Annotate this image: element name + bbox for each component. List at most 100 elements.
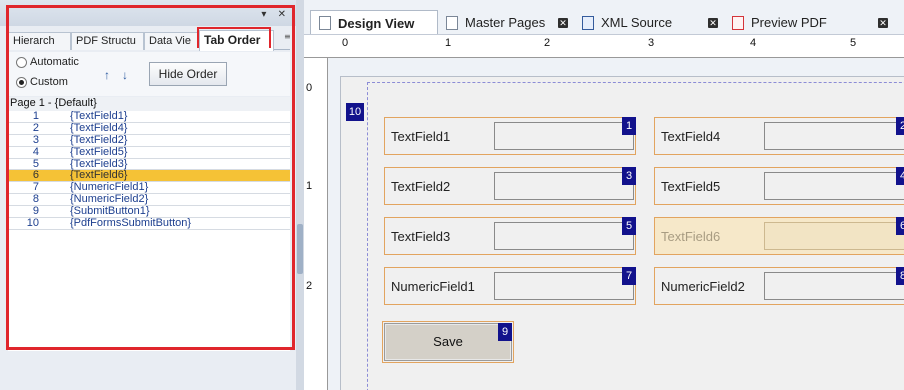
close-icon[interactable]: ✕ [708,18,718,28]
close-icon[interactable]: ✕ [878,18,888,28]
save-button[interactable]: Save 9 [382,321,514,363]
tab-order-badge: 6 [896,217,904,235]
tab-master-pages[interactable]: Master Pages [438,10,572,35]
ruler-label: 2 [306,280,313,292]
panel-titlebar: ▾ ✕ [0,0,296,26]
list-item[interactable]: 2 {TextField4} [8,121,290,135]
pdf-icon [732,15,744,30]
item-label: {TextField4} [70,121,128,134]
item-number: 6 [32,169,39,182]
panel-controls[interactable]: ▾ ✕ [261,9,290,20]
tab-tab-order[interactable]: Tab Order [199,30,274,51]
order-options: Automatic Custom ↑ ↓ Hide Order [8,52,290,96]
ruler-label: 1 [445,37,452,49]
radio-automatic[interactable]: Automatic [16,56,79,68]
tab-pdf-structure[interactable]: PDF Structu [71,32,144,50]
app-window: ▾ ✕ Hierarch PDF Structu Data Vie Tab Or… [0,0,904,390]
field-caption: NumericField2 [661,279,745,294]
form-field-numericfield1[interactable]: NumericField1 7 [384,267,636,305]
tab-design-view[interactable]: Design View [310,10,438,35]
item-label: {TextField3} [70,157,128,170]
item-number: 1 [32,110,39,122]
field-input-box[interactable] [494,272,634,300]
tab-label: Design View [338,15,415,31]
list-item[interactable]: 1 {TextField1} [8,111,290,123]
tab-order-badge: 3 [622,167,636,185]
form-field-textfield2[interactable]: TextField2 3 [384,167,636,205]
tab-hierarchy[interactable]: Hierarch [8,32,71,50]
ruler-label: 5 [850,37,857,49]
arrow-down-icon[interactable]: ↓ [122,68,128,82]
radio-custom-label: Custom [30,76,68,88]
item-label: {TextField6} [70,169,128,182]
list-item[interactable]: 10 {PdfFormsSubmitButton} [8,218,290,230]
radio-custom[interactable]: Custom [16,76,68,88]
item-label: {TextField1} [70,110,128,122]
field-input-box[interactable] [764,222,904,250]
list-item[interactable]: 5 {TextField3} [8,157,290,171]
item-number: 3 [32,133,39,146]
xml-icon [582,15,594,30]
item-label: {PdfFormsSubmitButton} [70,217,192,230]
list-item[interactable]: 4 {TextField5} [8,145,290,159]
arrow-up-icon[interactable]: ↑ [104,68,110,82]
field-input-box[interactable] [764,172,904,200]
ruler-label: 0 [306,82,313,94]
form-field-textfield4[interactable]: TextField4 2 [654,117,904,155]
radio-dot [16,56,27,68]
page-tab-badge: 10 [346,103,364,121]
tab-order-badge: 8 [896,267,904,285]
form-field-textfield6[interactable]: TextField6 6 [654,217,904,255]
tree-page-header[interactable]: Page 1 - {Default} [8,97,290,111]
field-caption: TextField5 [661,179,721,194]
tab-order-badge: 1 [622,117,636,135]
vertical-ruler: 0 1 2 [304,58,328,390]
tab-preview-pdf[interactable]: Preview PDF [724,10,864,35]
form-field-textfield5[interactable]: TextField5 4 [654,167,904,205]
form-field-numericfield2[interactable]: NumericField2 8 [654,267,904,305]
tab-label: Preview PDF [751,15,827,30]
form-field-textfield1[interactable]: TextField1 1 [384,117,636,155]
field-input-box[interactable] [494,222,634,250]
hide-order-button[interactable]: Hide Order [149,62,227,86]
tree-rows: 1 {TextField1} 2 {TextField4} 3 {TextField2… [8,111,290,230]
design-area: Design View Master Pages ✕ XML Source ✕ … [304,0,904,390]
field-caption: TextField2 [391,179,451,194]
field-caption: TextField4 [661,129,721,144]
page-icon [446,15,458,30]
field-input-box[interactable] [494,122,634,150]
field-input-box[interactable] [764,272,904,300]
ruler-label: 3 [648,37,655,49]
tab-order-panel: ▾ ✕ Hierarch PDF Structu Data Vie Tab Or… [0,0,296,390]
close-icon[interactable]: ✕ [558,18,568,28]
ruler-label: 4 [750,37,757,49]
document-tabs: Design View Master Pages ✕ XML Source ✕ … [304,0,904,35]
field-input-box[interactable] [494,172,634,200]
item-label: {TextField2} [70,133,128,146]
list-item-selected[interactable]: 6 {TextField6} [8,169,290,183]
horizontal-ruler: 0 1 2 3 4 5 [304,34,904,58]
item-number: 2 [32,121,39,134]
splitter-grip[interactable] [297,224,303,274]
item-number: 7 [32,181,39,194]
item-number: 10 [26,217,39,230]
item-number: 8 [32,193,39,206]
item-label: {SubmitButton1} [70,205,150,218]
tab-data-view[interactable]: Data Vie [144,32,202,50]
item-number: 4 [32,145,39,158]
item-number: 5 [32,157,39,170]
ruler-label: 2 [544,37,551,49]
panel-splitter[interactable] [296,0,304,390]
tab-menu-icon[interactable]: ≡ [284,32,291,41]
list-item[interactable]: 7 {NumericField1} [8,181,290,195]
design-canvas: 10 TextField1 1 TextField4 2 TextField2 … [328,58,904,390]
tab-order-badge: 7 [622,267,636,285]
form-field-textfield3[interactable]: TextField3 5 [384,217,636,255]
field-caption: TextField6 [661,229,721,244]
field-input-box[interactable] [764,122,904,150]
list-item[interactable]: 3 {TextField2} [8,133,290,147]
item-label: {NumericField1} [70,181,149,194]
radio-dot-selected [16,76,27,88]
tab-xml-source[interactable]: XML Source [574,10,714,35]
tab-order-badge: 9 [498,323,512,341]
